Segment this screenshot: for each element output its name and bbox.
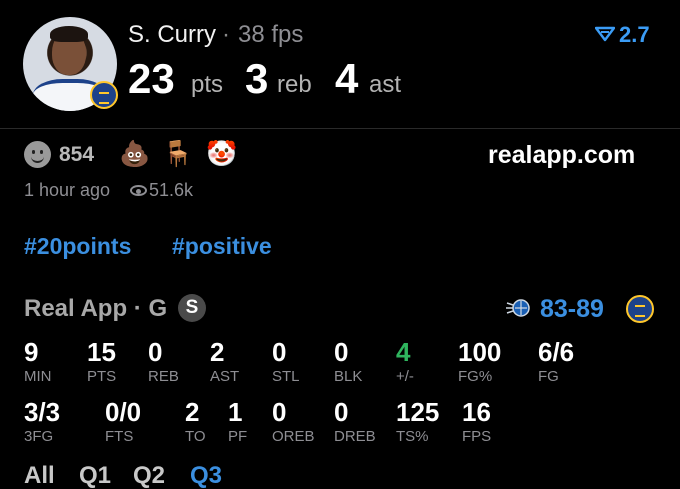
stat-value: 3/3 [24, 397, 61, 427]
stat-label: 3FG [24, 428, 54, 445]
stat-label: MIN [24, 368, 52, 385]
stat-label: TS% [396, 428, 429, 445]
rebounds-value: 3 [245, 55, 269, 102]
eye-icon [130, 185, 147, 196]
game-source: Real App · G [24, 295, 168, 322]
position-badge: S [178, 294, 206, 322]
stat-label: BLK [334, 368, 363, 385]
stat-value: 0 [272, 337, 287, 367]
stat-value: 0/0 [105, 397, 142, 427]
time-ago: 1 hour ago [24, 180, 111, 200]
stat-value: 1 [228, 397, 243, 427]
stat-label: FG% [458, 368, 493, 385]
site-watermark: realapp.com [488, 141, 636, 169]
chair-emoji-icon[interactable]: 🪑 [162, 138, 193, 170]
stat-value: 0 [272, 397, 287, 427]
poop-emoji-icon[interactable]: 💩 [119, 138, 150, 170]
hashtag-positive[interactable]: #positive [172, 233, 272, 260]
stat-label: FG [538, 368, 559, 385]
assists-label: ast [369, 71, 402, 98]
stat-label: OREB [272, 428, 315, 445]
stat-label: PTS [87, 368, 117, 385]
clown-emoji-icon[interactable]: 🤡 [206, 138, 237, 170]
stat-value: 15 [87, 337, 116, 367]
reaction-count[interactable]: 854 [59, 143, 94, 167]
player-fps: 38 fps [238, 21, 304, 48]
stat-label: FTS [105, 428, 134, 445]
tab-q2[interactable]: Q2 [133, 462, 165, 489]
stat-value: 0 [148, 337, 163, 367]
points-label: pts [191, 71, 224, 98]
stat-value: 0 [334, 397, 349, 427]
view-count: 51.6k [149, 180, 194, 200]
reaction-row: 854 💩 🪑 🤡 realapp.com [0, 138, 680, 174]
stat-value: 2 [210, 337, 225, 367]
stat-value: 0 [334, 337, 349, 367]
separator-dot: · [222, 21, 230, 48]
rank-value[interactable]: 2.7 [619, 22, 650, 48]
tab-q1[interactable]: Q1 [79, 462, 111, 489]
points-value: 23 [128, 55, 175, 102]
game-row[interactable]: Real App · G S 83-89 [0, 292, 680, 326]
stat-label: REB [148, 368, 179, 385]
stat-label: FPS [462, 428, 492, 445]
stat-value: 100 [458, 337, 502, 367]
rebounds-label: reb [277, 71, 312, 98]
player-name[interactable]: S. Curry [128, 21, 216, 49]
stat-value: 6/6 [538, 337, 575, 367]
stat-label: PF [228, 428, 248, 445]
stat-value: 9 [24, 337, 39, 367]
player-header[interactable]: S. Curry · 38 fps 23 pts 3 reb 4 ast 2.7 [0, 0, 680, 128]
smile-reaction-icon[interactable] [24, 141, 51, 168]
hashtag-20points[interactable]: #20points [24, 233, 131, 260]
warriors-logo-icon [90, 81, 118, 109]
stat-value: 2 [185, 397, 200, 427]
header-divider [0, 128, 680, 129]
rank-funnel-icon [595, 26, 615, 42]
stat-label: +/- [396, 368, 414, 385]
stat-label: TO [185, 428, 206, 445]
stat-value: 16 [462, 397, 491, 427]
stat-label: AST [210, 368, 240, 385]
stat-value: 4 [396, 337, 411, 367]
stat-label: STL [272, 368, 300, 385]
stat-label: DREB [334, 428, 376, 445]
avatar-hair [50, 26, 88, 42]
tab-q3[interactable]: Q3 [190, 462, 222, 489]
game-score[interactable]: 83-89 [540, 295, 604, 324]
warriors-logo-icon [626, 295, 654, 323]
stat-value: 125 [396, 397, 440, 427]
assists-value: 4 [335, 55, 359, 102]
opponent-logo-icon [506, 299, 530, 317]
tab-all[interactable]: All [24, 462, 55, 489]
